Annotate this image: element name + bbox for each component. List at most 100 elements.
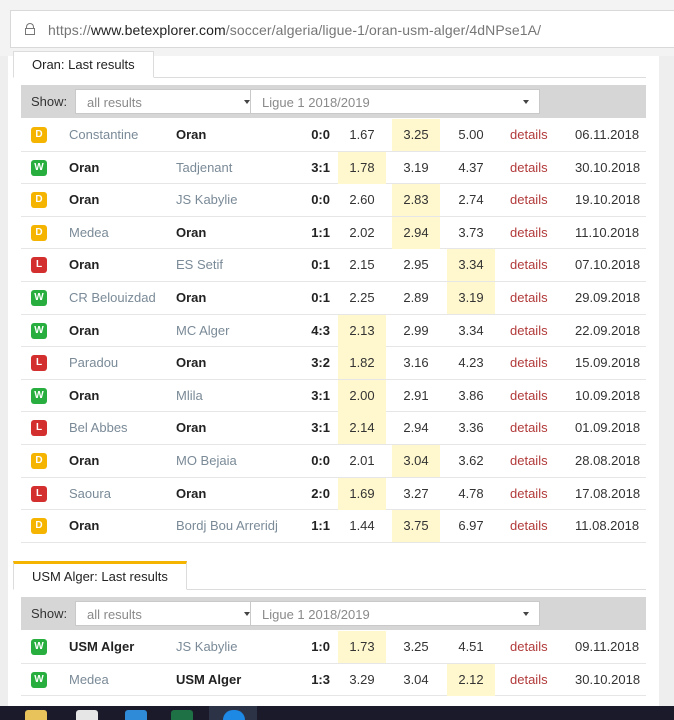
odds-away: 3.73	[458, 224, 484, 240]
away-team-link[interactable]: Oran	[176, 347, 206, 379]
away-team-link[interactable]: Oran	[176, 119, 206, 151]
spreadsheet-icon[interactable]	[171, 710, 193, 720]
chevron-down-icon	[523, 100, 529, 104]
table-row: L Saoura Oran 2:0 1.69 3.27 4.78 details 17.08.2…	[21, 477, 646, 511]
odds-away: 4.51	[458, 639, 484, 654]
app-icon[interactable]	[76, 710, 98, 720]
odds-draw: 3.75	[392, 510, 440, 543]
match-date: 01.09.2018	[575, 420, 641, 436]
details-link[interactable]: details	[510, 478, 548, 510]
show-label: Show:	[31, 94, 68, 109]
home-team-link[interactable]: Oran	[69, 380, 99, 412]
home-team-link[interactable]: CR Belouizdad	[69, 282, 156, 314]
result-badge: L	[31, 257, 47, 274]
home-team-link[interactable]: Oran	[69, 184, 99, 216]
match-date: 11.10.2018	[575, 224, 640, 240]
lock-icon	[25, 23, 35, 35]
away-team-link[interactable]: Mlila	[176, 380, 203, 412]
table-row: D Oran Bordj Bou Arreridj 1:1 1.44 3.75 6.97 de…	[21, 510, 646, 543]
page-scrollbar[interactable]	[659, 56, 674, 706]
home-team-link[interactable]: Paradou	[69, 347, 118, 379]
address-bar[interactable]: https://www.betexplorer.com/soccer/alger…	[10, 10, 674, 48]
tab-usm-alger-last-results[interactable]: USM Alger: Last results	[13, 561, 187, 590]
odds-draw: 2.83	[392, 184, 440, 217]
details-link[interactable]: details	[510, 510, 548, 542]
odds-home: 2.13	[338, 314, 386, 347]
odds-draw: 3.04	[403, 671, 429, 687]
away-team-link[interactable]: JS Kabylie	[176, 184, 237, 216]
away-team-link[interactable]: Oran	[176, 478, 206, 510]
section2-filter-bar: Show: all results Ligue 1 2018/2019	[21, 597, 646, 630]
url-text[interactable]: https://www.betexplorer.com/soccer/alger…	[48, 22, 541, 38]
away-team-link[interactable]: Oran	[176, 412, 206, 444]
home-team-link[interactable]: Oran	[69, 315, 99, 347]
home-team-link[interactable]: Medea	[69, 217, 109, 249]
odds-away: 3.19	[447, 282, 495, 314]
odds-home: 2.01	[349, 453, 375, 468]
odds-draw: 2.91	[403, 387, 429, 403]
table-row: W Oran Tadjenant 3:1 1.78 3.19 4.37 details 30.1…	[21, 151, 646, 185]
result-badge: W	[31, 387, 47, 404]
result-badge: W	[31, 322, 47, 339]
details-link[interactable]: details	[510, 249, 548, 281]
table-row: D Medea Oran 1:1 2.02 2.94 3.73 details 11.10.20…	[21, 216, 646, 250]
away-team-link[interactable]: MC Alger	[176, 315, 229, 347]
details-link[interactable]: details	[510, 152, 548, 184]
result-badge: L	[31, 485, 47, 502]
home-team-link[interactable]: Oran	[69, 445, 99, 477]
folder-icon[interactable]	[25, 710, 47, 720]
season-select[interactable]: Ligue 1 2018/2019	[250, 89, 540, 114]
browser-icon[interactable]	[125, 710, 147, 720]
match-date: 15.09.2018	[575, 355, 641, 371]
away-team-link[interactable]: Bordj Bou Arreridj	[176, 510, 278, 542]
odds-draw: 3.16	[403, 355, 429, 371]
home-team-link[interactable]: Medea	[69, 664, 109, 696]
odds-draw: 3.25	[392, 119, 440, 151]
home-team-link[interactable]: Bel Abbes	[69, 412, 128, 444]
home-team-link[interactable]: Saoura	[69, 478, 111, 510]
home-team-link[interactable]: Oran	[69, 152, 99, 184]
home-team-link[interactable]: USM Alger	[69, 631, 134, 663]
details-link[interactable]: details	[510, 380, 548, 412]
home-team-link[interactable]: Oran	[69, 249, 99, 281]
season-select[interactable]: Ligue 1 2018/2019	[250, 601, 540, 626]
details-link[interactable]: details	[510, 315, 548, 347]
odds-home: 3.29	[349, 671, 375, 687]
details-link[interactable]: details	[510, 217, 548, 249]
odds-home: 1.73	[338, 631, 386, 663]
tab-oran-last-results[interactable]: Oran: Last results	[13, 51, 154, 78]
away-team-link[interactable]: MO Bejaia	[176, 445, 237, 477]
away-team-link[interactable]: Oran	[176, 217, 206, 249]
odds-away: 3.34	[458, 322, 484, 338]
odds-home: 2.15	[349, 257, 375, 273]
result-badge: L	[31, 420, 47, 437]
odds-draw: 2.94	[403, 420, 429, 436]
odds-away: 4.37	[458, 159, 484, 175]
results-filter-select[interactable]: all results	[75, 89, 261, 114]
odds-away: 5.00	[458, 127, 484, 142]
details-link[interactable]: details	[510, 347, 548, 379]
details-link[interactable]: details	[510, 664, 548, 696]
details-link[interactable]: details	[510, 119, 548, 151]
odds-away: 4.78	[458, 485, 484, 501]
away-team-link[interactable]: Oran	[176, 282, 206, 314]
details-link[interactable]: details	[510, 282, 548, 314]
odds-away: 2.12	[447, 663, 495, 696]
table-row: D Constantine Oran 0:0 1.67 3.25 5.00 details 06…	[21, 119, 646, 152]
home-team-link[interactable]: Constantine	[69, 119, 138, 151]
browser-toolbar: https://www.betexplorer.com/soccer/alger…	[0, 0, 674, 56]
odds-away: 6.97	[458, 518, 484, 534]
away-team-link[interactable]: Tadjenant	[176, 152, 232, 184]
home-team-link[interactable]: Oran	[69, 510, 99, 542]
score: 1:3	[311, 671, 330, 687]
results-filter-select[interactable]: all results	[75, 601, 261, 626]
details-link[interactable]: details	[510, 412, 548, 444]
away-team-link[interactable]: ES Setif	[176, 249, 223, 281]
details-link[interactable]: details	[510, 445, 548, 477]
away-team-link[interactable]: JS Kabylie	[176, 631, 237, 663]
odds-home: 1.82	[338, 347, 386, 380]
details-link[interactable]: details	[510, 631, 548, 663]
away-team-link[interactable]: USM Alger	[176, 664, 241, 696]
details-link[interactable]: details	[510, 184, 548, 216]
odds-home: 1.44	[349, 518, 375, 534]
